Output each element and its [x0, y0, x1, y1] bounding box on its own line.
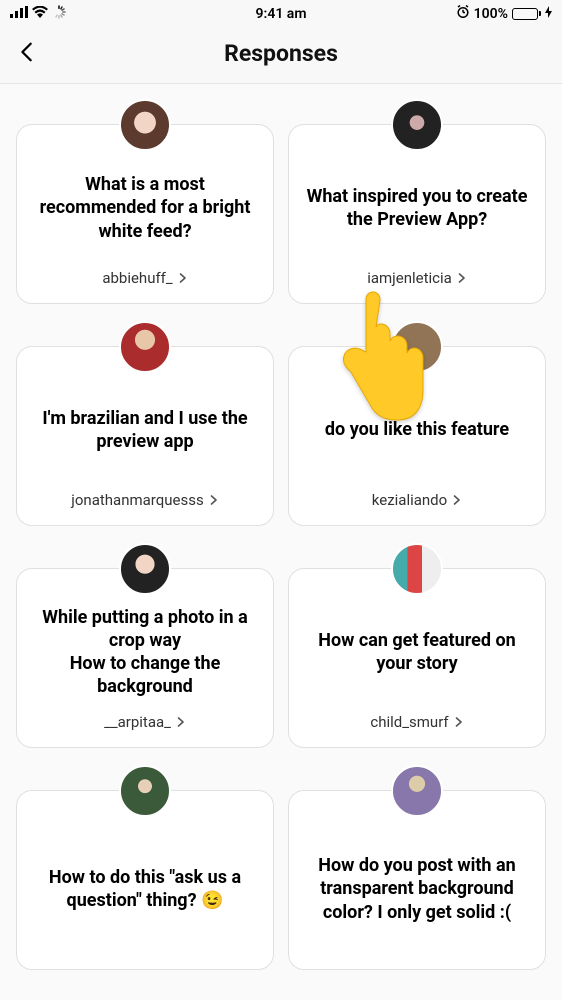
chevron-right-icon [178, 269, 188, 287]
nav-bar: Responses [0, 24, 562, 84]
avatar[interactable] [391, 99, 443, 151]
response-card[interactable]: While putting a photo in a crop way How … [16, 568, 274, 748]
status-left [10, 5, 66, 23]
avatar[interactable] [119, 99, 171, 151]
response-question: I'm brazilian and I use the preview app [27, 381, 263, 479]
response-username-link[interactable]: abbiehuff_ [102, 269, 187, 287]
response-card[interactable]: do you like this feature kezialiando [288, 346, 546, 526]
response-card[interactable]: How to do this "ask us a question" thing… [16, 790, 274, 970]
response-question: do you like this feature [325, 381, 509, 479]
chevron-right-icon [452, 491, 462, 509]
response-username-link[interactable]: iamjenleticia [367, 269, 467, 287]
response-card[interactable]: What inspired you to create the Preview … [288, 124, 546, 304]
username-text: abbiehuff_ [102, 269, 172, 287]
charging-bolt-icon [545, 6, 552, 22]
chevron-right-icon [209, 491, 219, 509]
alarm-icon [456, 5, 470, 22]
response-username-link[interactable]: child_smurf [370, 713, 463, 731]
page-title: Responses [224, 40, 338, 67]
response-question: How to do this "ask us a question" thing… [27, 825, 263, 953]
response-question: How do you post with an transparent back… [299, 825, 535, 953]
username-text: kezialiando [372, 491, 447, 509]
response-question: What inspired you to create the Preview … [299, 159, 535, 257]
response-question: What is a most recommended for a bright … [27, 159, 263, 257]
response-card[interactable]: I'm brazilian and I use the preview app j… [16, 346, 274, 526]
response-card[interactable]: How can get featured on your story child_… [288, 568, 546, 748]
chevron-right-icon [454, 713, 464, 731]
avatar[interactable] [391, 543, 443, 595]
responses-grid: What is a most recommended for a bright … [0, 84, 562, 970]
back-button[interactable] [16, 41, 38, 67]
response-username-link[interactable]: jonathanmarquesss [71, 491, 218, 509]
battery-icon [512, 8, 541, 20]
cellular-signal-icon [10, 6, 28, 22]
avatar[interactable] [391, 765, 443, 817]
username-text: jonathanmarquesss [71, 491, 203, 509]
status-time: 9:41 am [256, 6, 307, 22]
username-text: child_smurf [370, 713, 448, 731]
wifi-icon [32, 6, 48, 22]
avatar[interactable] [391, 321, 443, 373]
chevron-right-icon [457, 269, 467, 287]
response-card[interactable]: What is a most recommended for a bright … [16, 124, 274, 304]
chevron-right-icon [176, 713, 186, 731]
battery-percentage: 100% [474, 6, 508, 22]
status-right: 100% [456, 5, 552, 22]
avatar[interactable] [119, 543, 171, 595]
username-text: iamjenleticia [367, 269, 452, 287]
loading-spinner-icon [52, 5, 66, 23]
response-username-link[interactable]: __arpitaa_ [104, 713, 186, 731]
response-question: While putting a photo in a crop way How … [27, 603, 263, 701]
status-bar: 9:41 am 100% [0, 0, 562, 24]
response-card[interactable]: How do you post with an transparent back… [288, 790, 546, 970]
avatar[interactable] [119, 765, 171, 817]
avatar[interactable] [119, 321, 171, 373]
response-username-link[interactable]: kezialiando [372, 491, 462, 509]
response-question: How can get featured on your story [299, 603, 535, 701]
username-text: __arpitaa_ [104, 713, 171, 731]
